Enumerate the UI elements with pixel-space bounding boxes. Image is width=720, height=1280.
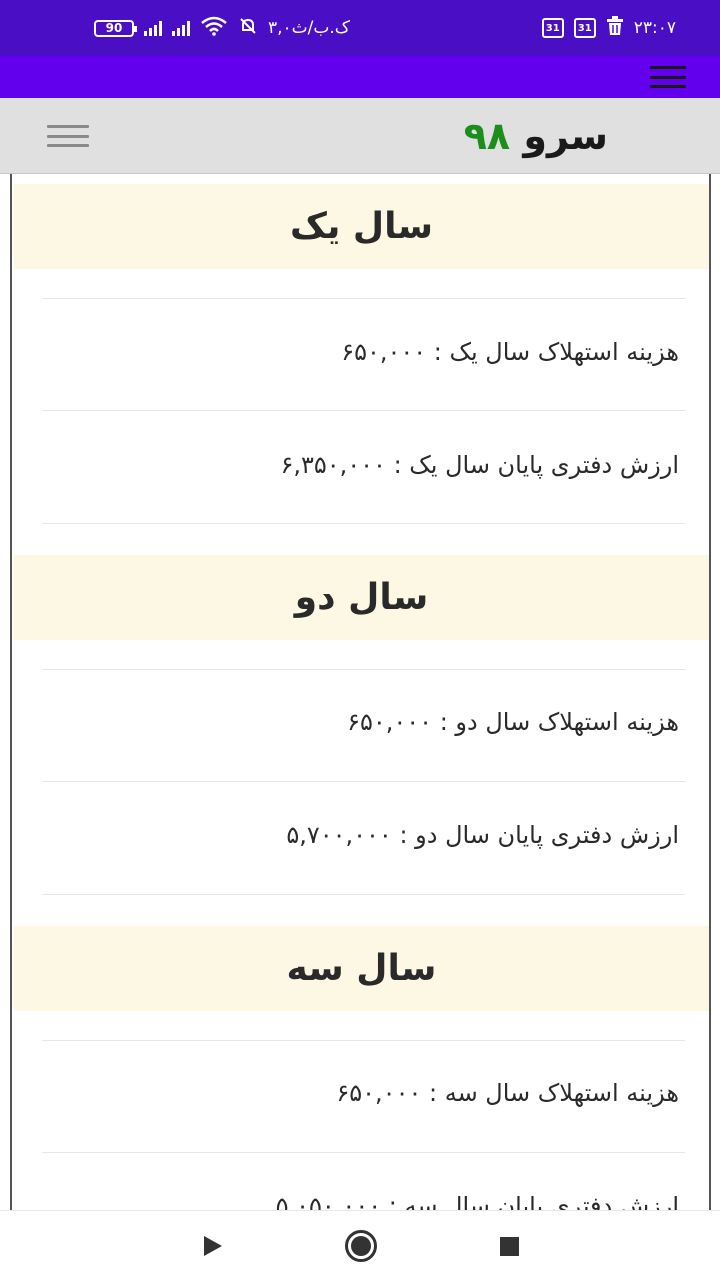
brand-word: سرو xyxy=(523,114,608,158)
header-menu-icon[interactable] xyxy=(47,125,89,147)
status-left: 90 ۳,۰ک.ب/ث xyxy=(94,16,350,41)
brand-number: ۹۸ xyxy=(463,114,511,158)
trash-icon xyxy=(606,15,624,41)
mute-bell-icon xyxy=(238,16,258,41)
book-value-row: ارزش دفتری پایان سال یک : ۶,۳۵۰,۰۰۰ xyxy=(280,451,679,479)
status-right: 31 31 ۲۳:۰۷ xyxy=(541,15,676,41)
year-heading: سال سه xyxy=(14,926,709,1011)
book-value-row: ارزش دفتری پایان سال دو : ۵,۷۰۰,۰۰۰ xyxy=(286,821,679,849)
signal-icon xyxy=(144,20,162,36)
divider xyxy=(42,781,685,782)
network-speed: ۳,۰ک.ب/ث xyxy=(268,18,351,38)
divider xyxy=(42,1152,685,1153)
status-bar: 90 ۳,۰ک.ب/ث 31 31 ۲۳:۰۷ xyxy=(0,0,720,56)
depreciation-content: سال یک هزینه استهلاک سال یک : ۶۵۰,۰۰۰ ار… xyxy=(10,174,711,1210)
calendar-day-2: 31 xyxy=(577,22,592,34)
divider xyxy=(42,1040,685,1041)
site-header: سرو ۹۸ xyxy=(0,98,720,174)
year-heading: سال دو xyxy=(14,555,709,640)
signal-icon-2 xyxy=(172,20,190,36)
year-heading: سال یک xyxy=(14,184,709,269)
depreciation-expense-row: هزینه استهلاک سال یک : ۶۵۰,۰۰۰ xyxy=(341,338,679,366)
divider xyxy=(42,410,685,411)
battery-level: 90 xyxy=(105,21,123,35)
hamburger-menu-icon[interactable] xyxy=(650,66,686,88)
home-circle-icon[interactable] xyxy=(345,1230,377,1262)
back-triangle-icon[interactable] xyxy=(204,1236,222,1256)
divider xyxy=(42,298,685,299)
divider xyxy=(42,894,685,895)
recents-square-icon[interactable] xyxy=(500,1237,519,1256)
wifi-icon xyxy=(200,16,228,41)
depreciation-expense-row: هزینه استهلاک سال دو : ۶۵۰,۰۰۰ xyxy=(347,708,679,736)
book-value-row: ارزش دفتری پایان سال سه : ۵,۰۵۰,۰۰۰ xyxy=(275,1192,679,1210)
brand-logo[interactable]: سرو ۹۸ xyxy=(464,116,608,156)
divider xyxy=(42,669,685,670)
divider xyxy=(42,523,685,524)
depreciation-expense-row: هزینه استهلاک سال سه : ۶۵۰,۰۰۰ xyxy=(336,1079,679,1107)
clock: ۲۳:۰۷ xyxy=(633,18,676,38)
battery-icon: 90 xyxy=(94,19,137,37)
calendar-icon-2: 31 xyxy=(573,18,596,38)
app-bar xyxy=(0,56,720,98)
system-nav-bar xyxy=(0,1210,720,1280)
calendar-icon: 31 xyxy=(541,18,564,38)
calendar-day-1: 31 xyxy=(545,22,560,34)
